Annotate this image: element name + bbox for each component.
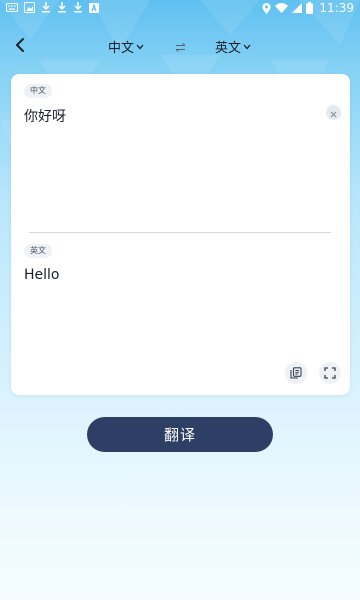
copy-button[interactable] <box>285 362 307 384</box>
translation-card: 中文 你好呀 英文 Hello <box>11 74 350 395</box>
close-icon <box>330 103 337 122</box>
battery-icon <box>306 2 314 14</box>
target-language-select[interactable]: 英文 <box>215 37 251 56</box>
keyboard-icon <box>6 3 18 12</box>
download-icon <box>41 2 51 13</box>
signal-icon <box>292 3 303 13</box>
download-icon <box>73 2 83 13</box>
target-language-tag: 英文 <box>24 244 52 258</box>
location-icon <box>262 2 271 14</box>
copy-icon <box>290 364 302 383</box>
download-icon <box>57 2 67 13</box>
divider <box>29 232 331 233</box>
status-bar: 11:39 <box>0 0 360 18</box>
source-language-select[interactable]: 中文 <box>108 37 144 56</box>
source-language-label: 中文 <box>108 40 135 56</box>
status-time: 11:39 <box>319 1 354 15</box>
translate-button[interactable]: 翻译 <box>87 417 273 452</box>
chevron-down-icon <box>243 39 251 54</box>
fullscreen-icon <box>324 364 336 383</box>
source-language-tag: 中文 <box>24 84 52 98</box>
chevron-down-icon <box>136 39 144 54</box>
translate-button-label: 翻译 <box>163 426 196 444</box>
image-icon <box>24 2 35 13</box>
text-a-icon <box>89 2 99 13</box>
back-button[interactable] <box>10 36 30 56</box>
swap-icon <box>175 37 186 56</box>
fullscreen-button[interactable] <box>319 362 341 384</box>
clear-button[interactable] <box>326 105 341 120</box>
status-right-icons: 11:39 <box>262 1 354 15</box>
chevron-left-icon <box>15 37 25 56</box>
status-left-icons <box>6 2 99 13</box>
target-language-label: 英文 <box>215 40 242 56</box>
wifi-icon <box>275 3 289 13</box>
swap-languages-button[interactable] <box>173 39 187 53</box>
translated-text: Hello <box>24 267 60 283</box>
source-text-input[interactable]: 你好呀 <box>24 106 66 126</box>
